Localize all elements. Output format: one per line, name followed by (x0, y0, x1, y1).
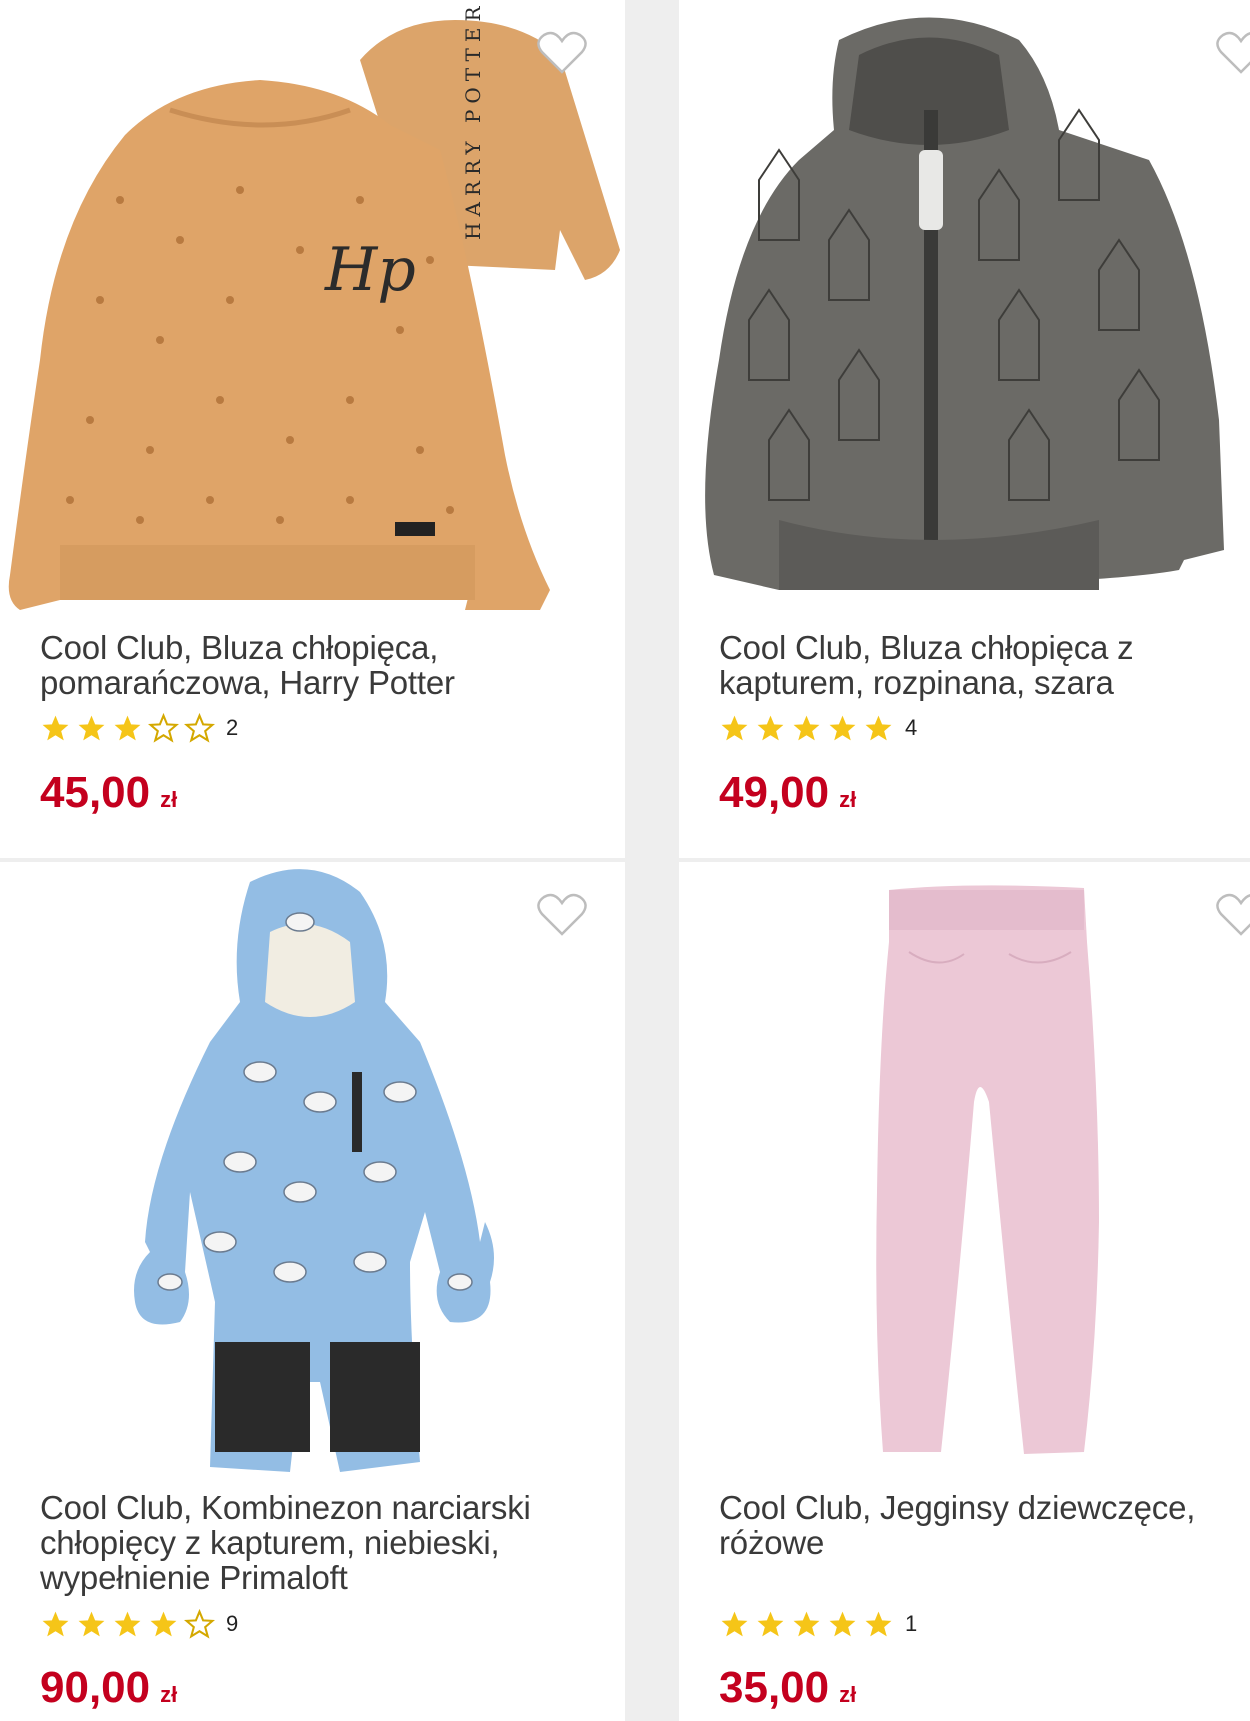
star-filled-icon (829, 715, 856, 741)
product-card[interactable]: HARRY POTTER Hp Cool Club, Bluza chłopię… (0, 0, 625, 858)
review-count: 9 (226, 1611, 239, 1636)
star-filled-icon (114, 1611, 141, 1637)
review-count: 2 (226, 715, 239, 740)
orange-sweatshirt-harry-potter-image: HARRY POTTER Hp (8, 0, 620, 610)
favorite-heart-icon[interactable] (536, 30, 588, 76)
star-filled-icon (757, 715, 784, 741)
review-count: 4 (905, 715, 918, 740)
star-empty-icon (184, 1609, 215, 1639)
star-filled-icon (793, 1611, 820, 1637)
rating-stars: 9 (40, 1607, 238, 1641)
title-line: pomarańczowa, Harry Potter (40, 664, 455, 701)
product-title[interactable]: Cool Club, Kombinezon narciarski chłopię… (40, 1490, 531, 1595)
title-line: Cool Club, Kombinezon narciarski (40, 1489, 531, 1526)
title-line: wypełnienie Primaloft (40, 1559, 348, 1596)
product-image[interactable] (679, 0, 1250, 612)
currency: zł (839, 787, 857, 812)
star-filled-icon (793, 715, 820, 741)
favorite-heart-icon[interactable] (1215, 30, 1250, 76)
star-empty-icon (184, 713, 215, 743)
price: 90,00 zł (40, 1663, 177, 1720)
product-image[interactable] (679, 862, 1250, 1482)
product-image[interactable]: HARRY POTTER Hp (0, 0, 625, 612)
title-line: chłopięcy z kapturem, niebieski, (40, 1524, 500, 1561)
title-line: różowe (719, 1524, 825, 1561)
star-filled-icon (78, 715, 105, 741)
star-filled-icon (114, 715, 141, 741)
pink-jeggings-image (876, 885, 1099, 1454)
rating-stars: 4 (719, 711, 917, 745)
favorite-heart-icon[interactable] (536, 892, 588, 938)
star-filled-icon (865, 715, 892, 741)
currency: zł (160, 1682, 178, 1707)
star-filled-icon (78, 1611, 105, 1637)
price-value: 49,00 (719, 768, 830, 817)
star-filled-icon (42, 1611, 69, 1637)
product-title[interactable]: Cool Club, Bluza chłopięca z kapturem, r… (719, 629, 1134, 701)
star-empty-icon (148, 713, 179, 743)
title-line: Cool Club, Bluza chłopięca z (719, 629, 1134, 666)
product-card[interactable]: Cool Club, Jegginsy dziewczęce, różowe 1… (679, 862, 1250, 1721)
print-text: HARRY POTTER (461, 0, 485, 240)
title-line: Cool Club, Bluza chłopięca, (40, 629, 439, 666)
price-value: 35,00 (719, 1663, 830, 1712)
svg-text:Hp: Hp (324, 235, 416, 305)
star-filled-icon (150, 1611, 177, 1637)
price: 45,00 zł (40, 768, 177, 825)
price: 35,00 zł (719, 1663, 856, 1720)
price: 49,00 zł (719, 768, 856, 825)
star-filled-icon (42, 715, 69, 741)
rating-stars: 2 (40, 711, 238, 745)
star-filled-icon (757, 1611, 784, 1637)
product-title[interactable]: Cool Club, Jegginsy dziewczęce, różowe (719, 1490, 1195, 1560)
product-title[interactable]: Cool Club, Bluza chłopięca, pomarańczowa… (40, 630, 455, 700)
product-card[interactable]: Cool Club, Bluza chłopięca z kapturem, r… (679, 0, 1250, 858)
product-image[interactable] (0, 862, 625, 1482)
title-line: kapturem, rozpinana, szara (719, 664, 1114, 701)
star-filled-icon (829, 1611, 856, 1637)
star-filled-icon (721, 715, 748, 741)
price-value: 45,00 (40, 768, 151, 817)
favorite-heart-icon[interactable] (1215, 892, 1250, 938)
star-filled-icon (865, 1611, 892, 1637)
grey-zip-hoodie-image (705, 17, 1224, 590)
title-line: Cool Club, Jegginsy dziewczęce, (719, 1489, 1196, 1526)
currency: zł (160, 787, 178, 812)
currency: zł (839, 1682, 857, 1707)
star-filled-icon (721, 1611, 748, 1637)
review-count: 1 (905, 1611, 918, 1636)
rating-stars: 1 (719, 1607, 917, 1641)
price-value: 90,00 (40, 1663, 151, 1712)
blue-ski-suit-image (134, 869, 494, 1472)
product-card[interactable]: Cool Club, Kombinezon narciarski chłopię… (0, 862, 625, 1721)
